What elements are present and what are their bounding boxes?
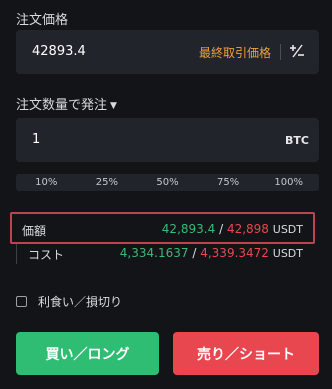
cost-range: 4,334.1637 / 4,339.3472 USDT xyxy=(120,246,303,260)
sell-short-button[interactable]: 売り／ショート xyxy=(173,332,319,375)
order-price-value[interactable]: 42893.4 xyxy=(32,44,86,59)
order-qty-label: 注文数量で発注 xyxy=(16,98,108,113)
last-price-button[interactable]: 最終取引価格 xyxy=(199,44,271,61)
cost-label: コスト xyxy=(28,248,65,262)
value-low: 42,893.4 xyxy=(161,222,216,236)
caret-down-icon: ▼ xyxy=(110,101,117,111)
buy-long-button[interactable]: 買い／ロング xyxy=(16,332,159,375)
order-price-input[interactable]: 42893.4 最終取引価格 xyxy=(16,30,319,74)
cost-separator: / xyxy=(192,246,197,260)
value-separator: / xyxy=(219,222,224,236)
percent-25-button[interactable]: 25% xyxy=(77,174,138,191)
cost-currency: USDT xyxy=(272,247,303,260)
value-range: 42,893.4 / 42,898 USDT xyxy=(162,222,303,236)
value-currency: USDT xyxy=(272,223,303,236)
order-qty-unit: BTC xyxy=(285,134,309,147)
tp-sl-label[interactable]: 利食い／損切り xyxy=(38,293,122,310)
percent-50-button[interactable]: 50% xyxy=(137,174,198,191)
cost-divider xyxy=(16,244,17,264)
divider xyxy=(280,44,281,60)
percent-100-button[interactable]: 100% xyxy=(258,174,319,191)
percent-10-button[interactable]: 10% xyxy=(16,174,77,191)
order-price-label: 注文価格 xyxy=(16,13,69,28)
cost-low: 4,334.1637 xyxy=(119,246,189,260)
cost-high: 4,339.3472 xyxy=(200,246,269,260)
value-label: 価額 xyxy=(22,224,47,238)
tp-sl-checkbox[interactable] xyxy=(16,296,27,307)
percent-selector[interactable]: 10% 25% 50% 75% 100% xyxy=(16,174,319,191)
value-high: 42,898 xyxy=(226,222,269,236)
order-qty-input[interactable]: 1 BTC xyxy=(16,118,319,162)
order-qty-value[interactable]: 1 xyxy=(32,132,40,147)
plus-minus-icon[interactable] xyxy=(287,41,307,61)
order-qty-mode-dropdown[interactable]: 注文数量で発注 ▼ xyxy=(16,94,117,113)
percent-75-button[interactable]: 75% xyxy=(198,174,259,191)
